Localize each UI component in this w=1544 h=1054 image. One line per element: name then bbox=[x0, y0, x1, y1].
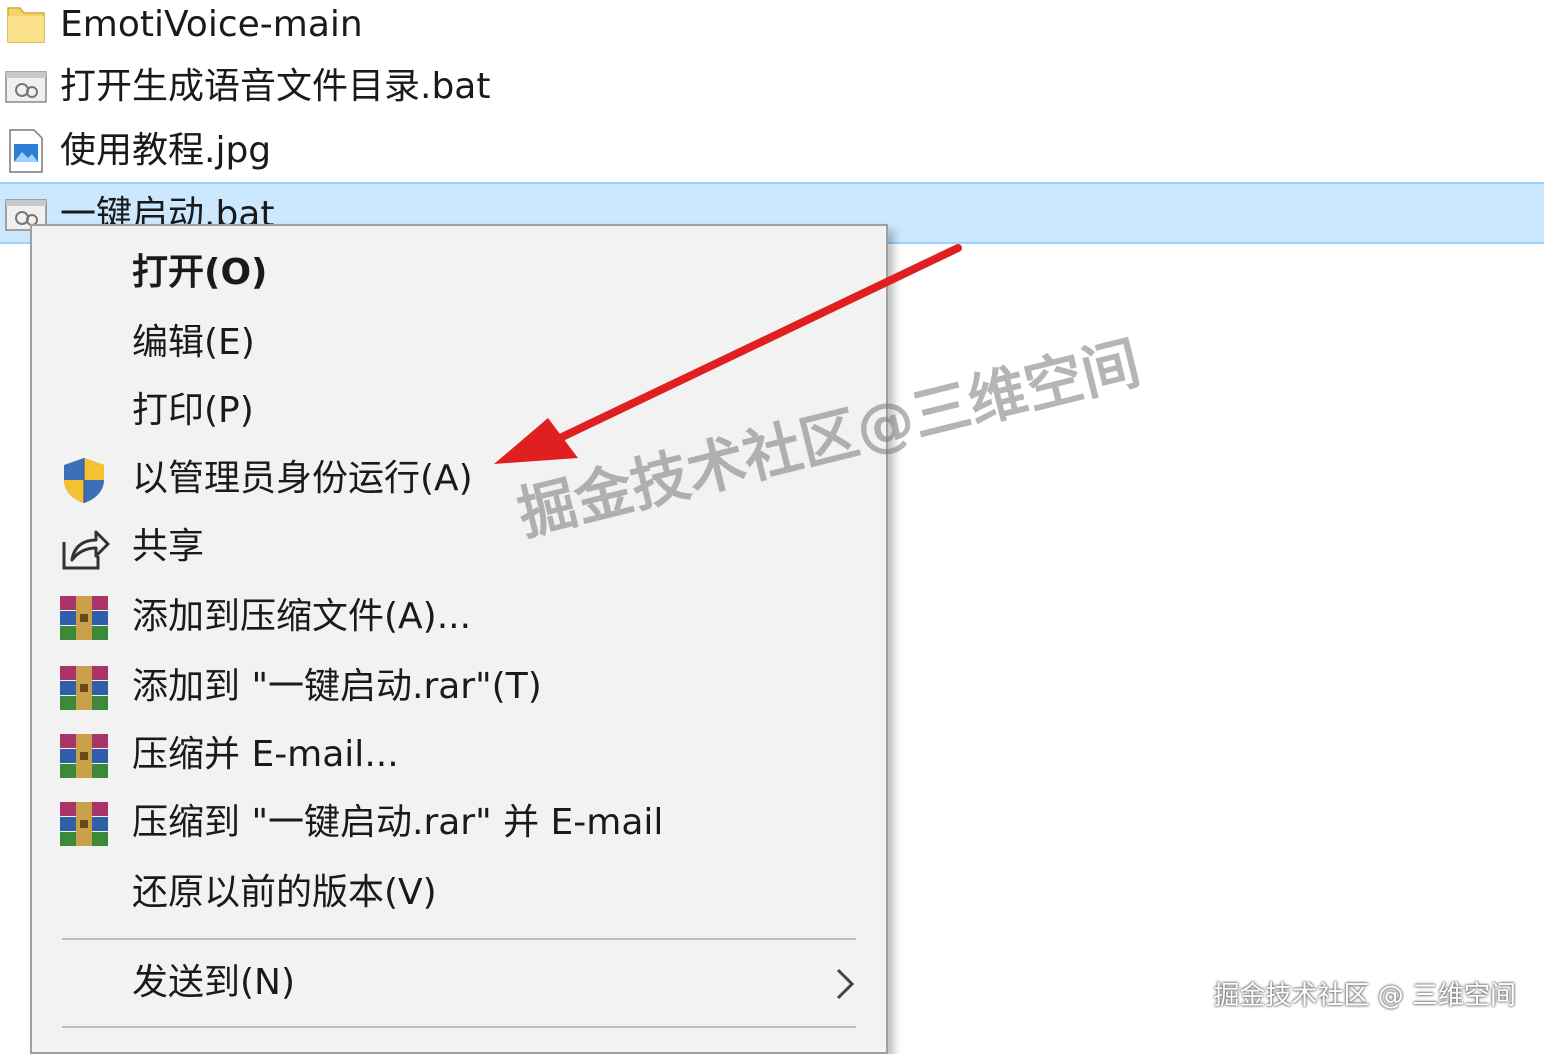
menu-item-label: 编辑(E) bbox=[132, 322, 255, 363]
winrar-icon bbox=[58, 594, 110, 642]
menu-separator bbox=[62, 1026, 856, 1028]
image-file-icon bbox=[4, 128, 48, 174]
uac-shield-icon bbox=[58, 456, 110, 504]
file-row-open-output-bat[interactable]: 打开生成语音文件目录.bat bbox=[0, 56, 1544, 118]
file-row-emotivoice-main[interactable]: EmotiVoice-main bbox=[0, 0, 1544, 56]
file-row-tutorial-jpg[interactable]: 使用教程.jpg bbox=[0, 120, 1544, 182]
menu-item-label: 还原以前的版本(V) bbox=[132, 872, 437, 913]
menu-item-add-to-archive[interactable]: 添加到压缩文件(A)... bbox=[32, 586, 886, 648]
menu-item-label: 以管理员身份运行(A) bbox=[132, 458, 473, 499]
menu-item-label: 添加到压缩文件(A)... bbox=[132, 596, 472, 637]
chevron-right-icon bbox=[830, 966, 860, 1002]
footer-watermark: 掘金技术社区 @ 三维空间 bbox=[1213, 981, 1516, 1011]
menu-item-send-to[interactable]: 发送到(N) bbox=[32, 952, 886, 1014]
menu-item-label: 共享 bbox=[132, 526, 205, 567]
share-icon bbox=[58, 524, 110, 572]
menu-item-label: 打开(O) bbox=[132, 252, 268, 293]
menu-item-label: 压缩并 E-mail... bbox=[132, 734, 399, 775]
menu-item-share[interactable]: 共享 bbox=[32, 516, 886, 578]
menu-item-compress-to-rar-and-email[interactable]: 压缩到 "一键启动.rar" 并 E-mail bbox=[32, 792, 886, 854]
file-list: EmotiVoice-main 打开生成语音文件目录.bat 使用教程.jpg bbox=[0, 0, 1544, 250]
batch-file-icon bbox=[4, 64, 48, 110]
context-menu: 打开(O) 编辑(E) 打印(P) 以管理员身份运行(A) 共享 添加到压缩文件… bbox=[30, 224, 888, 1054]
menu-item-restore-previous-versions[interactable]: 还原以前的版本(V) bbox=[32, 862, 886, 924]
menu-item-open[interactable]: 打开(O) bbox=[32, 242, 886, 304]
file-name: 打开生成语音文件目录.bat bbox=[60, 66, 491, 107]
menu-item-compress-and-email[interactable]: 压缩并 E-mail... bbox=[32, 724, 886, 786]
folder-icon bbox=[4, 2, 48, 48]
file-name: EmotiVoice-main bbox=[60, 4, 363, 45]
menu-separator bbox=[62, 938, 856, 940]
menu-item-label: 压缩到 "一键启动.rar" 并 E-mail bbox=[132, 802, 664, 843]
menu-item-label: 打印(P) bbox=[132, 390, 254, 431]
menu-item-edit[interactable]: 编辑(E) bbox=[32, 312, 886, 374]
menu-item-label: 发送到(N) bbox=[132, 962, 296, 1003]
winrar-icon bbox=[58, 732, 110, 780]
menu-item-label: 添加到 "一键启动.rar"(T) bbox=[132, 666, 542, 707]
winrar-icon bbox=[58, 800, 110, 848]
file-name: 使用教程.jpg bbox=[60, 130, 272, 171]
winrar-icon bbox=[58, 664, 110, 712]
menu-item-add-to-rar[interactable]: 添加到 "一键启动.rar"(T) bbox=[32, 656, 886, 718]
